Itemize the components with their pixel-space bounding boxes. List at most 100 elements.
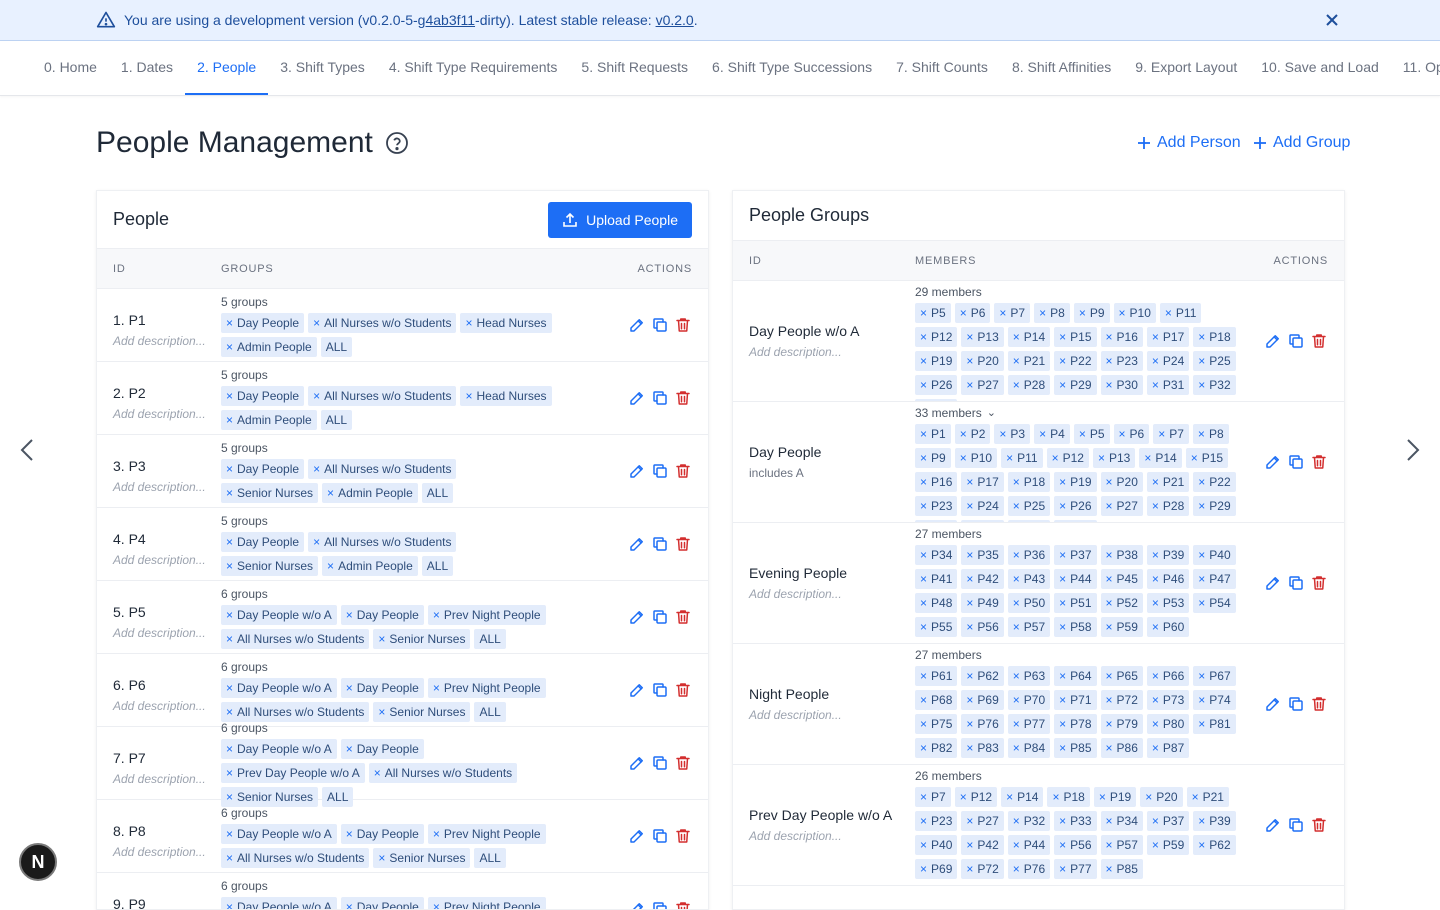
remove-x-icon[interactable]: × [1152,717,1159,731]
group-tag[interactable]: × Prev Night People [427,897,546,909]
tab-3[interactable]: 3. Shift Types [268,41,377,95]
tab-7[interactable]: 7. Shift Counts [884,41,1000,95]
remove-x-icon[interactable]: × [920,330,927,344]
remove-x-icon[interactable]: × [1106,596,1113,610]
trash-icon[interactable] [1310,816,1328,834]
remove-x-icon[interactable]: × [1198,378,1205,392]
remove-x-icon[interactable]: × [1039,427,1046,441]
pencil-icon[interactable] [628,462,646,480]
member-tag[interactable]: × P63 [1007,666,1051,686]
remove-x-icon[interactable]: × [1059,669,1066,683]
remove-x-icon[interactable]: × [1106,693,1113,707]
remove-x-icon[interactable]: × [960,451,967,465]
remove-x-icon[interactable]: × [966,838,973,852]
remove-x-icon[interactable]: × [1152,669,1159,683]
remove-x-icon[interactable]: × [920,499,927,513]
remove-x-icon[interactable]: × [1059,499,1066,513]
member-tag[interactable]: × P86 [1100,738,1143,758]
remove-x-icon[interactable]: × [1106,572,1113,586]
copy-icon[interactable] [1287,816,1305,834]
member-tag[interactable]: × P67 [1193,666,1236,686]
remove-x-icon[interactable]: × [966,862,973,876]
member-tag[interactable]: × P52 [1100,593,1143,613]
remove-x-icon[interactable]: × [1052,451,1059,465]
group-tag[interactable]: × Day People [340,739,424,759]
remove-x-icon[interactable]: × [1059,354,1066,368]
copy-icon[interactable] [1287,574,1305,592]
remove-x-icon[interactable]: × [1152,693,1159,707]
group-id[interactable]: Day People w/o A [749,323,915,339]
remove-x-icon[interactable]: × [1152,330,1159,344]
remove-x-icon[interactable]: × [465,389,472,403]
member-tag[interactable]: × P39 [1146,545,1190,565]
person-id[interactable]: 6. P6 [113,677,221,693]
add-group-button[interactable]: Add Group [1253,134,1350,152]
member-tag[interactable]: × P27 [961,375,1004,395]
person-description[interactable]: Add description... [113,699,221,713]
pencil-icon[interactable] [628,754,646,772]
member-tag[interactable]: × P38 [1100,545,1143,565]
remove-x-icon[interactable]: × [920,669,927,683]
member-tag[interactable]: ×P33 [1054,811,1097,831]
remove-x-icon[interactable]: × [226,681,233,695]
member-tag[interactable]: × P29 [1193,496,1236,516]
remove-x-icon[interactable]: × [1152,354,1159,368]
remove-x-icon[interactable]: × [226,827,233,841]
remove-x-icon[interactable]: × [1106,330,1113,344]
member-tag[interactable]: × P24 [1146,351,1190,371]
member-tag[interactable]: × P18 [1047,787,1090,807]
member-tag[interactable]: × P6 [1113,424,1150,444]
remove-x-icon[interactable]: × [346,681,353,695]
person-id[interactable]: 3. P3 [113,458,221,474]
remove-x-icon[interactable]: × [1106,838,1113,852]
remove-x-icon[interactable]: × [226,608,233,622]
remove-x-icon[interactable]: × [433,681,440,695]
member-tag[interactable]: × P20 [1100,472,1143,492]
remove-x-icon[interactable]: × [1059,693,1066,707]
remove-x-icon[interactable]: × [1059,475,1066,489]
member-tag[interactable]: ×P32 [1007,520,1051,522]
remove-x-icon[interactable]: × [1152,620,1159,634]
person-id[interactable]: 7. P7 [113,750,221,766]
member-tag[interactable]: × P42 [961,569,1004,589]
remove-x-icon[interactable]: × [1013,330,1020,344]
member-tag[interactable]: × P16 [915,472,958,492]
pencil-icon[interactable] [1264,695,1282,713]
remove-x-icon[interactable]: × [920,451,927,465]
member-tag[interactable]: × P84 [1007,738,1051,758]
member-tag[interactable]: × P69 [915,859,958,879]
remove-x-icon[interactable]: × [920,741,927,755]
remove-x-icon[interactable]: × [920,862,927,876]
member-tag[interactable]: × P7 [1153,424,1189,444]
member-tag[interactable]: × P45 [1100,569,1143,589]
chevron-right-icon[interactable] [1399,437,1425,463]
remove-x-icon[interactable]: × [226,559,233,573]
person-description[interactable]: Add description... [113,480,221,494]
member-tag[interactable]: × P42 [961,835,1004,855]
add-person-button[interactable]: Add Person [1137,134,1241,152]
member-tag[interactable]: × P11 [1001,448,1043,468]
member-tag[interactable]: × P59 [1100,617,1143,637]
tab-10[interactable]: 10. Save and Load [1249,41,1391,95]
remove-x-icon[interactable]: × [465,316,472,330]
member-tag[interactable]: ×P33 [915,399,958,401]
person-description[interactable]: Add description... [113,407,221,421]
member-tag[interactable]: × P48 [915,593,958,613]
group-tag[interactable]: × Head Nurses [460,386,552,406]
member-tag[interactable]: × P78 [1054,714,1097,734]
remove-x-icon[interactable]: × [920,814,927,828]
remove-x-icon[interactable]: × [313,535,320,549]
member-tag[interactable]: × P6 [954,303,991,323]
remove-x-icon[interactable]: × [1119,427,1126,441]
member-tag[interactable]: × P47 [1193,569,1236,589]
group-tag[interactable]: × Day People w/o A [221,605,337,625]
remove-x-icon[interactable]: × [1198,669,1205,683]
trash-icon[interactable] [674,462,692,480]
remove-x-icon[interactable]: × [1198,330,1205,344]
remove-x-icon[interactable]: × [1059,548,1066,562]
member-tag[interactable]: × P37 [1146,811,1190,831]
group-tag[interactable]: × Day People [340,605,424,625]
member-tag[interactable]: × P51 [1054,593,1097,613]
member-tag[interactable]: × P73 [1146,690,1190,710]
member-tag[interactable]: × P41 [915,569,958,589]
